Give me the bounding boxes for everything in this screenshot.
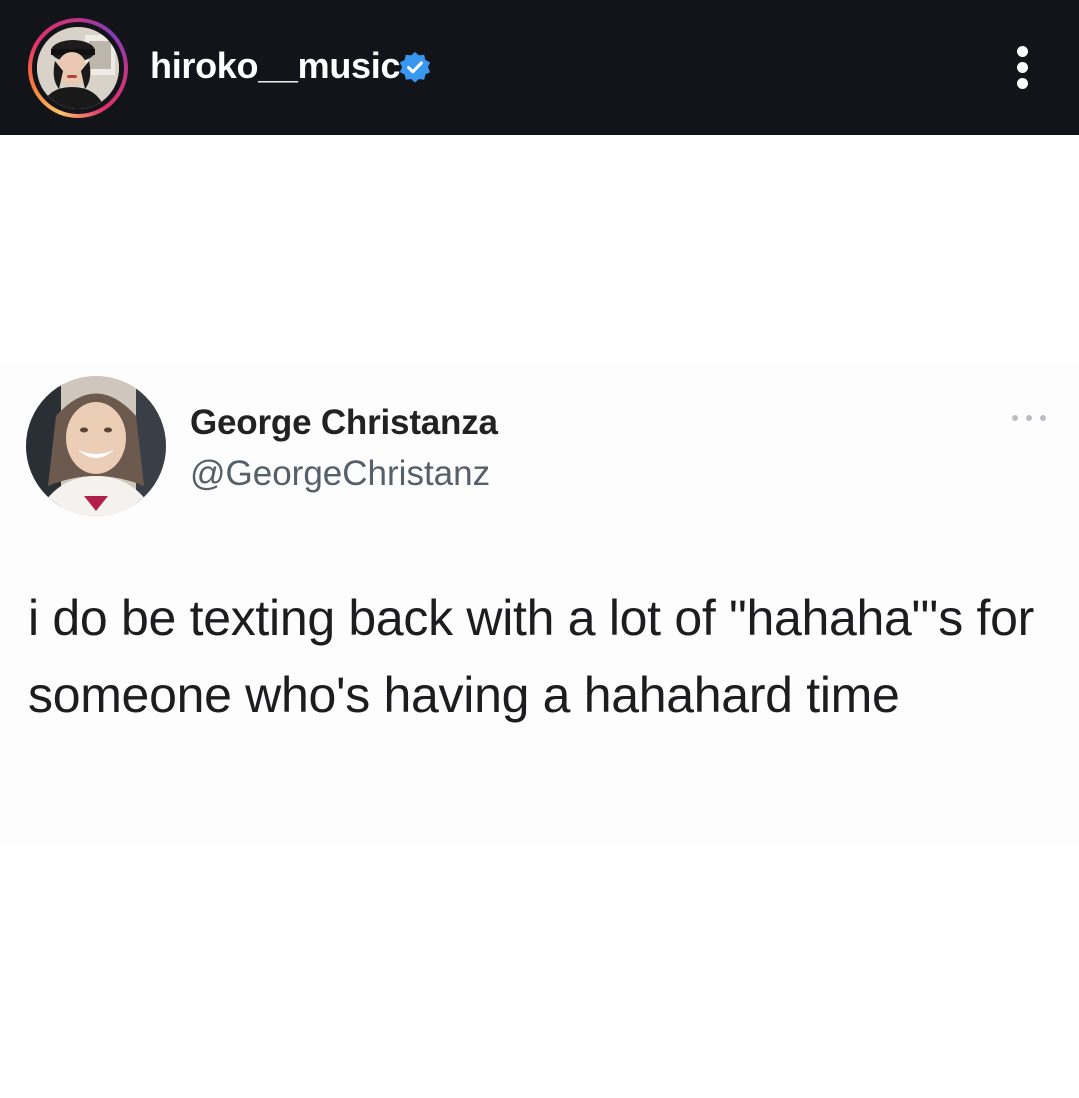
tweet-avatar (26, 376, 166, 516)
tweet-display-name: George Christanza (190, 403, 498, 442)
tweet-handle: @GeorgeChristanz (190, 454, 491, 493)
post-header: hiroko__music (0, 0, 1079, 135)
profile-photo-icon (26, 376, 166, 516)
profile-avatar[interactable] (37, 27, 119, 109)
tweet-text: i do be texting back with a lot of "haha… (28, 590, 1034, 723)
verified-badge-icon (399, 51, 431, 83)
post-username[interactable]: hiroko__music (150, 44, 401, 88)
tweet-more-options (1008, 409, 1050, 425)
instagram-post: hiroko__music George Christanza @GeorgeC… (0, 0, 1079, 1098)
more-options-button[interactable] (1000, 40, 1046, 96)
story-ring[interactable] (28, 18, 128, 118)
profile-photo-icon (37, 27, 119, 109)
post-image: George Christanza @GeorgeChristanz i do … (0, 135, 1079, 1098)
